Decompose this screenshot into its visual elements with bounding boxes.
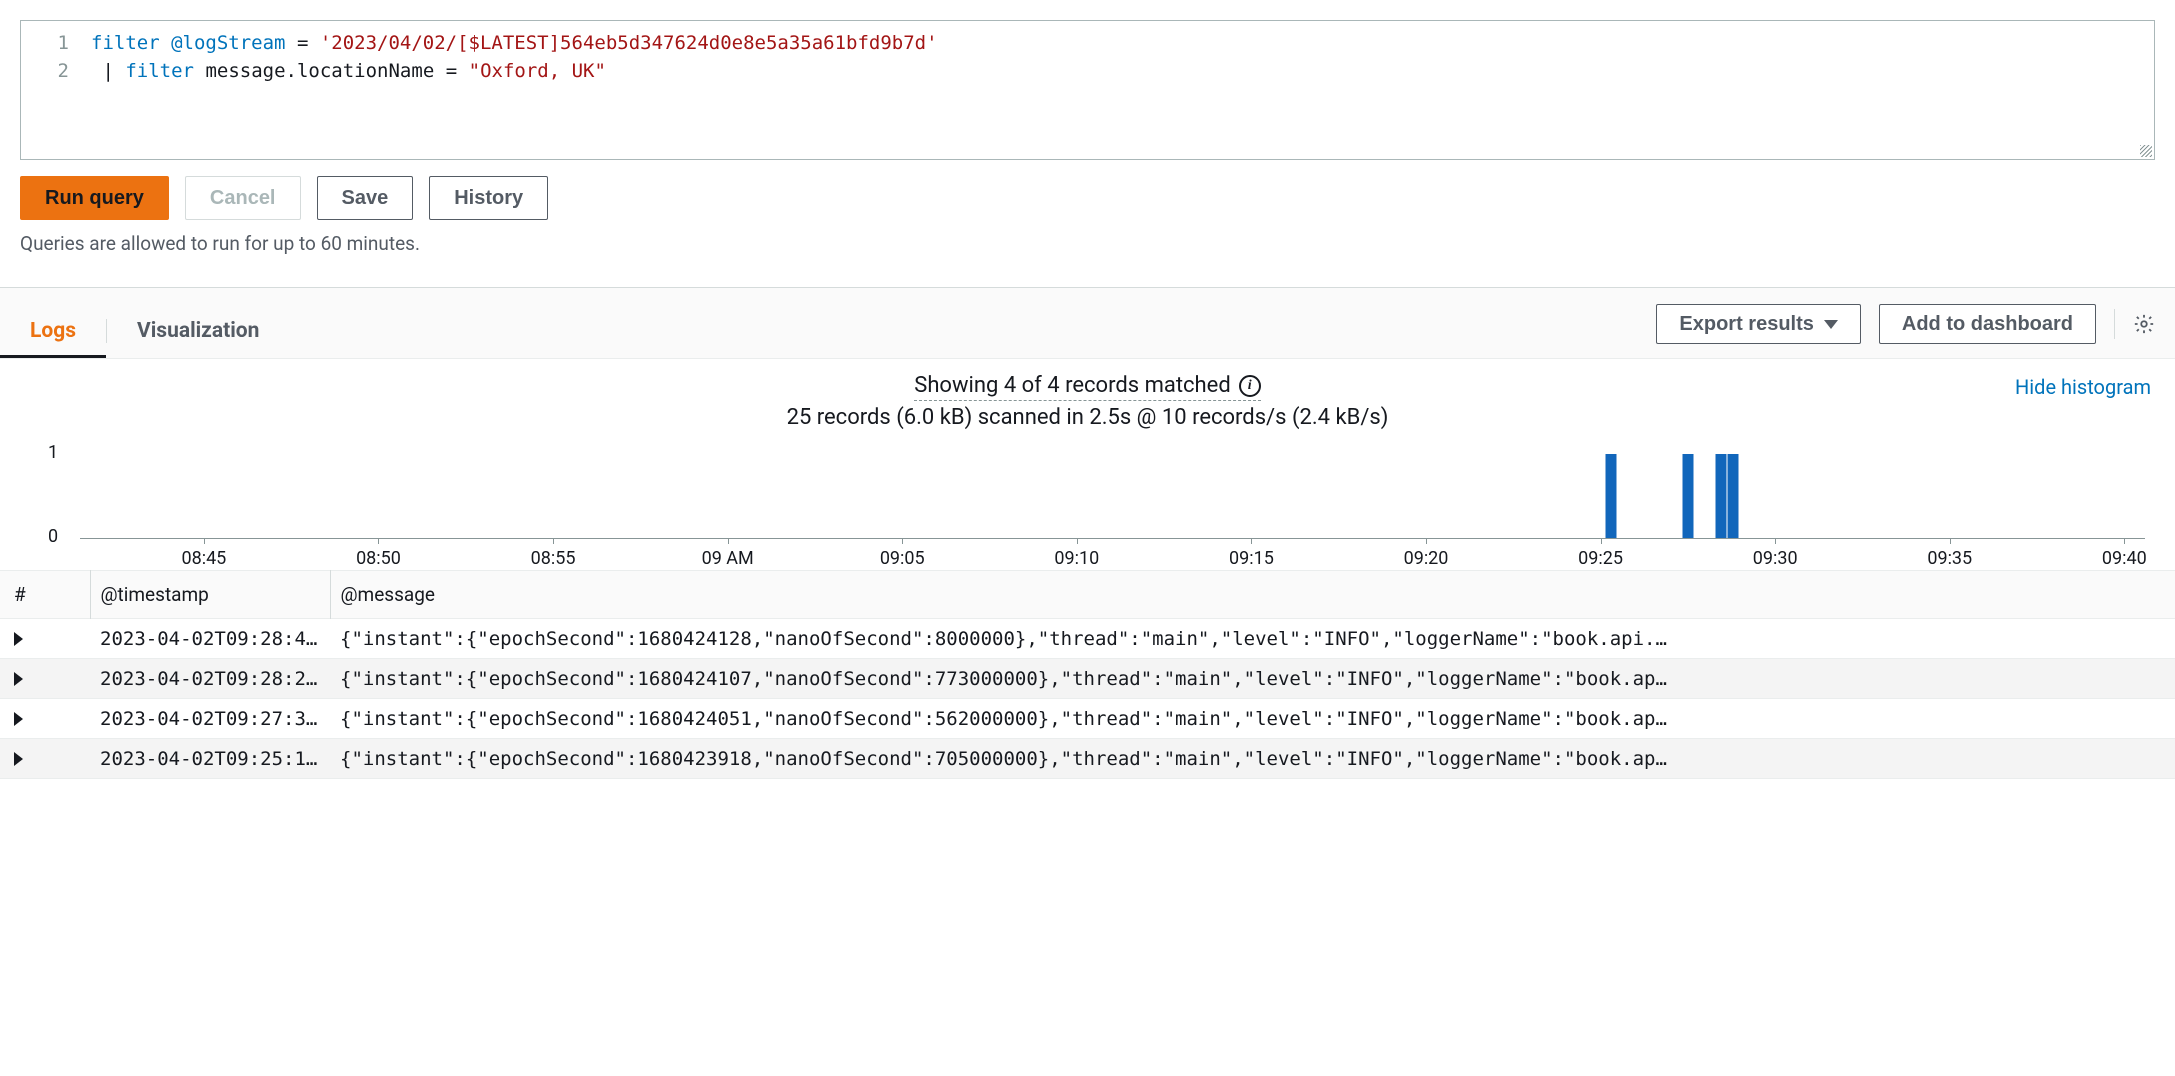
x-tick-label: 09:15 bbox=[1229, 548, 1274, 569]
action-separator bbox=[2114, 309, 2115, 339]
results-summary: Showing 4 of 4 records matched i 25 reco… bbox=[0, 359, 2175, 436]
tab-logs[interactable]: Logs bbox=[0, 305, 106, 357]
x-tick bbox=[1426, 538, 1427, 544]
timestamp-cell: 2023-04-02T09:27:31.… bbox=[90, 699, 330, 739]
results-table: # @timestamp @message 1 2023-04-02T09:28:… bbox=[0, 570, 2175, 779]
run-query-button[interactable]: Run query bbox=[20, 176, 169, 220]
histogram-bar[interactable] bbox=[1606, 454, 1617, 538]
editor-resize-handle[interactable] bbox=[2136, 141, 2154, 159]
table-row[interactable]: 4 2023-04-02T09:25:18.…{"instant":{"epoch… bbox=[0, 739, 2175, 779]
hide-histogram-link[interactable]: Hide histogram bbox=[2015, 375, 2151, 399]
x-tick-label: 09:40 bbox=[2102, 548, 2147, 569]
histogram-bar[interactable] bbox=[1683, 454, 1694, 538]
query-editor[interactable]: 1 2 filter @logStream = '2023/04/02/[$LA… bbox=[20, 20, 2155, 160]
y-tick-label: 1 bbox=[48, 442, 58, 463]
histogram-chart[interactable]: 1 0 08:4508:5008:5509 AM09:0509:1009:150… bbox=[0, 436, 2175, 562]
timestamp-cell: 2023-04-02T09:25:18.… bbox=[90, 739, 330, 779]
table-row[interactable]: 3 2023-04-02T09:27:31.…{"instant":{"epoch… bbox=[0, 699, 2175, 739]
editor-code[interactable]: filter @logStream = '2023/04/02/[$LATEST… bbox=[81, 21, 2154, 159]
export-results-label: Export results bbox=[1679, 313, 1813, 336]
x-tick bbox=[1601, 538, 1602, 544]
export-results-button[interactable]: Export results bbox=[1656, 304, 1860, 344]
row-index-cell: 2 bbox=[0, 659, 24, 698]
x-tick bbox=[902, 538, 903, 544]
x-tick-label: 09:35 bbox=[1927, 548, 1972, 569]
timestamp-cell: 2023-04-02T09:28:48.… bbox=[90, 619, 330, 659]
x-tick bbox=[1775, 538, 1776, 544]
x-tick-label: 08:45 bbox=[181, 548, 226, 569]
expand-row-icon[interactable] bbox=[14, 632, 23, 646]
histogram-bar[interactable] bbox=[1716, 454, 1727, 538]
info-icon[interactable]: i bbox=[1239, 375, 1261, 397]
cancel-button: Cancel bbox=[185, 176, 301, 220]
x-tick bbox=[204, 538, 205, 544]
x-tick-label: 08:50 bbox=[356, 548, 401, 569]
results-tabs: Logs Visualization bbox=[0, 305, 289, 357]
x-tick bbox=[1950, 538, 1951, 544]
x-tick-label: 09:20 bbox=[1404, 548, 1449, 569]
col-header-message[interactable]: @message bbox=[330, 571, 2175, 619]
row-index-cell: 3 bbox=[0, 699, 24, 738]
table-row[interactable]: 1 2023-04-02T09:28:48.…{"instant":{"epoch… bbox=[0, 619, 2175, 659]
x-axis bbox=[80, 538, 2145, 539]
add-to-dashboard-button[interactable]: Add to dashboard bbox=[1879, 304, 2096, 344]
col-header-index[interactable]: # bbox=[0, 571, 90, 619]
gear-icon[interactable] bbox=[2133, 313, 2155, 335]
tab-visualization[interactable]: Visualization bbox=[107, 305, 289, 357]
histogram-bar[interactable] bbox=[1728, 454, 1739, 538]
expand-row-icon[interactable] bbox=[14, 752, 23, 766]
x-tick bbox=[2124, 538, 2125, 544]
x-tick bbox=[553, 538, 554, 544]
timestamp-cell: 2023-04-02T09:28:27.… bbox=[90, 659, 330, 699]
message-cell: {"instant":{"epochSecond":1680424107,"na… bbox=[330, 659, 2175, 699]
x-tick-label: 09:05 bbox=[880, 548, 925, 569]
col-header-timestamp[interactable]: @timestamp bbox=[90, 571, 330, 619]
row-index-cell: 4 bbox=[0, 739, 24, 778]
x-tick bbox=[728, 538, 729, 544]
expand-row-icon[interactable] bbox=[14, 672, 23, 686]
message-cell: {"instant":{"epochSecond":1680424128,"na… bbox=[330, 619, 2175, 659]
x-tick bbox=[1251, 538, 1252, 544]
y-tick-label: 0 bbox=[48, 526, 58, 547]
query-runtime-hint: Queries are allowed to run for up to 60 … bbox=[0, 228, 2175, 275]
x-tick-label: 09:25 bbox=[1578, 548, 1623, 569]
x-tick-label: 09:10 bbox=[1054, 548, 1099, 569]
message-cell: {"instant":{"epochSecond":1680424051,"na… bbox=[330, 699, 2175, 739]
line-number: 2 bbox=[21, 57, 69, 85]
x-tick-label: 09:30 bbox=[1753, 548, 1798, 569]
x-tick-label: 08:55 bbox=[531, 548, 576, 569]
expand-row-icon[interactable] bbox=[14, 712, 23, 726]
row-index-cell: 1 bbox=[0, 619, 24, 658]
message-cell: {"instant":{"epochSecond":1680423918,"na… bbox=[330, 739, 2175, 779]
matched-count-text: Showing 4 of 4 records matched bbox=[914, 373, 1230, 398]
table-row[interactable]: 2 2023-04-02T09:28:27.…{"instant":{"epoch… bbox=[0, 659, 2175, 699]
x-tick bbox=[1077, 538, 1078, 544]
editor-gutter: 1 2 bbox=[21, 21, 81, 159]
scan-stats-text: 25 records (6.0 kB) scanned in 2.5s @ 10… bbox=[0, 405, 2175, 430]
chevron-down-icon bbox=[1824, 320, 1838, 329]
save-button[interactable]: Save bbox=[317, 176, 414, 220]
x-tick bbox=[378, 538, 379, 544]
x-tick-label: 09 AM bbox=[702, 548, 754, 569]
line-number: 1 bbox=[21, 29, 69, 57]
history-button[interactable]: History bbox=[429, 176, 548, 220]
